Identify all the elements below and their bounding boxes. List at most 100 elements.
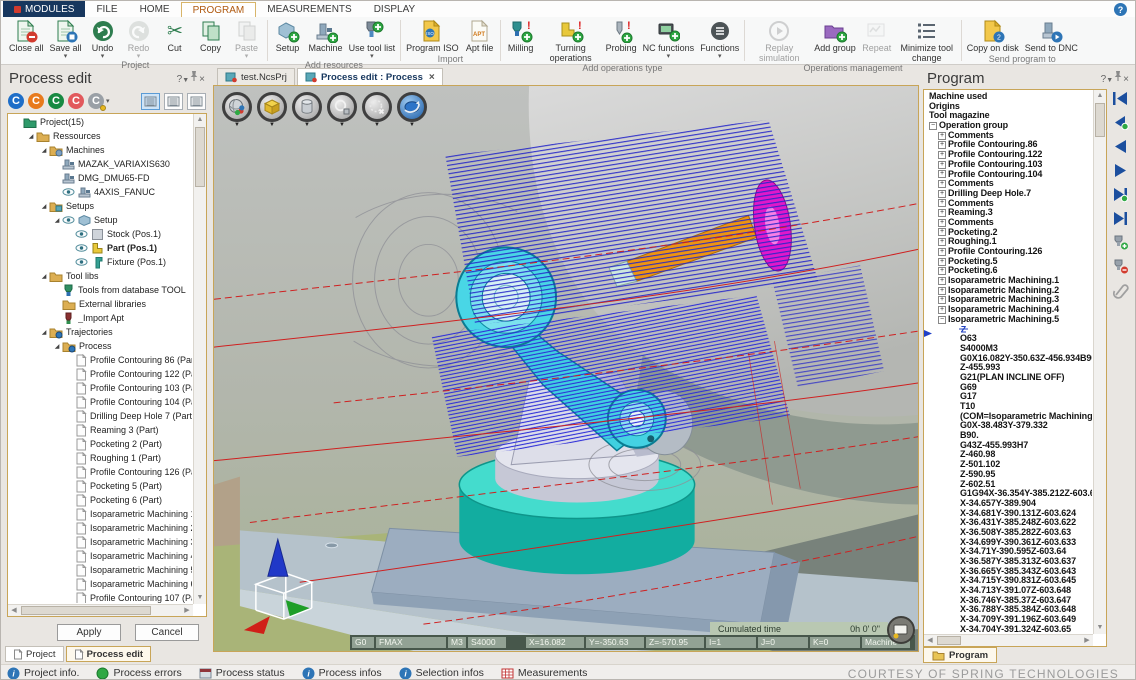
- tree-item-isoparametric-machining-3-part[interactable]: Isoparametric Machining 3 (Part): [9, 535, 192, 549]
- ribbon-tab-home[interactable]: HOME: [129, 2, 181, 17]
- tree-item-drilling-deep-hole-7-part[interactable]: Drilling Deep Hole 7 (Part): [9, 409, 192, 423]
- program-tab[interactable]: Program: [923, 647, 997, 663]
- status-item-measurements[interactable]: Measurements: [501, 667, 587, 680]
- expander-icon[interactable]: +: [938, 199, 946, 207]
- tree-item-import-apt[interactable]: _Import Apt: [9, 311, 192, 325]
- tree-item-process[interactable]: ◢Process: [9, 339, 192, 353]
- tree-item-profile-contouring-104-part[interactable]: Profile Contouring 104 (Part): [9, 395, 192, 409]
- vertical-scrollbar[interactable]: ▲ ▼: [193, 114, 206, 604]
- status-item-process-infos[interactable]: iProcess infos: [302, 667, 382, 680]
- help-icon[interactable]: ?: [1114, 3, 1127, 16]
- pin-button[interactable]: [189, 74, 199, 85]
- tree-item-isoparametric-machining-1-part[interactable]: Isoparametric Machining 1 (Part): [9, 507, 192, 521]
- horizontal-scrollbar[interactable]: ◀ ▶: [8, 604, 193, 616]
- scroll-right-icon[interactable]: ▶: [1081, 635, 1093, 647]
- tree-item-machines[interactable]: ◢Machines: [9, 143, 192, 157]
- tree-item-dmg-dmu65-fd[interactable]: DMG_DMU65-FD: [9, 171, 192, 185]
- gcode-line[interactable]: O63: [926, 334, 1092, 344]
- tree-item-4axis-fanuc[interactable]: 4AXIS_FANUC: [9, 185, 192, 199]
- ribbon-tab-display[interactable]: DISPLAY: [363, 2, 427, 17]
- scroll-thumb[interactable]: [1095, 103, 1105, 137]
- ribbon-button-functions[interactable]: Functions▾: [698, 18, 741, 60]
- ribbon-button-minimize-tool-change[interactable]: Minimize tool change: [896, 18, 958, 63]
- tree-item-pocketing-5-part[interactable]: Pocketing 5 (Part): [9, 479, 192, 493]
- compute-gray-button[interactable]: C: [88, 93, 104, 109]
- expander-icon[interactable]: +: [938, 141, 946, 149]
- vertical-scrollbar[interactable]: ▲ ▼: [1093, 90, 1106, 634]
- scroll-thumb[interactable]: [21, 606, 151, 615]
- gcode-line[interactable]: Z-460.98: [926, 450, 1092, 460]
- tree-item-profile-contouring-86-part[interactable]: Profile Contouring 86 (Part): [9, 353, 192, 367]
- rotate-sphere-button[interactable]: ▼: [397, 92, 427, 122]
- apply-button[interactable]: Apply: [57, 624, 121, 641]
- list-view-2-button[interactable]: [164, 93, 183, 110]
- tree-item-isoparametric-machining-4-part[interactable]: Isoparametric Machining 4 (Part): [9, 549, 192, 563]
- expander-icon[interactable]: +: [938, 151, 946, 159]
- ribbon-button-send-to-dnc[interactable]: Send to DNC: [1023, 18, 1080, 54]
- gcode-line[interactable]: G0X16.082Y-350.63Z-456.934B90.: [926, 354, 1092, 364]
- expander-icon[interactable]: +: [938, 209, 946, 217]
- zoom-magnifier-button[interactable]: ▼: [327, 92, 357, 122]
- expander-icon[interactable]: +: [938, 277, 946, 285]
- tree-item-isoparametric-machining-2-part[interactable]: Isoparametric Machining 2 (Part): [9, 521, 192, 535]
- gcode-line[interactable]: G17: [926, 392, 1092, 402]
- status-item-project-info[interactable]: iProject info.: [7, 667, 79, 680]
- ribbon-button-milling[interactable]: !Milling: [504, 18, 538, 54]
- tree-item-roughing-1-part[interactable]: Roughing 1 (Part): [9, 451, 192, 465]
- ribbon-button-use-tool-list[interactable]: Use tool list▾: [347, 18, 398, 60]
- horizontal-scrollbar[interactable]: ◀ ▶: [924, 634, 1093, 646]
- program-node-isoparametric-machining-5[interactable]: −Isoparametric Machining.5: [926, 315, 1092, 325]
- expander-icon[interactable]: −: [938, 316, 946, 324]
- ribbon-button-add-group[interactable]: Add group: [812, 18, 858, 54]
- compute-red-button[interactable]: C: [68, 93, 84, 109]
- ribbon-tab-measurements[interactable]: MEASUREMENTS: [256, 2, 362, 17]
- ribbon-button-save-all[interactable]: Save all▾: [48, 18, 84, 60]
- expander-icon[interactable]: ◢: [52, 343, 62, 350]
- gcode-line[interactable]: G69: [926, 383, 1092, 393]
- tree-item-profile-contouring-107-part[interactable]: Profile Contouring 107 (Part): [9, 591, 192, 603]
- close-icon[interactable]: ×: [429, 72, 435, 83]
- cylinder-view-button[interactable]: ▼: [292, 92, 322, 122]
- tree-item-setups[interactable]: ◢Setups: [9, 199, 192, 213]
- iso-cube-button[interactable]: ▼: [257, 92, 287, 122]
- expander-icon[interactable]: ◢: [39, 147, 49, 154]
- close-button[interactable]: ×: [199, 74, 205, 85]
- gcode-line[interactable]: G43Z-455.993H7: [926, 441, 1092, 451]
- ribbon-button-program-iso[interactable]: ISOProgram ISO: [404, 18, 461, 54]
- ribbon-button-probing[interactable]: !Probing: [604, 18, 639, 54]
- scroll-right-icon[interactable]: ▶: [181, 605, 193, 617]
- list-view-1-button[interactable]: [141, 93, 160, 110]
- gcode-line[interactable]: G21(PLAN INCLINE OFF): [926, 373, 1092, 383]
- viewport-3d[interactable]: ▼▼▼▼▼▼ Cumulated time 0h 0' 0" G0FMAXM3S…: [213, 85, 919, 652]
- gcode-line[interactable]: Z-501.102: [926, 460, 1092, 470]
- dropdown-caret-icon[interactable]: ▾: [106, 97, 110, 105]
- tree-item-pocketing-2-part[interactable]: Pocketing 2 (Part): [9, 437, 192, 451]
- expander-icon[interactable]: +: [938, 219, 946, 227]
- orient-sphere-button[interactable]: ▼: [222, 92, 252, 122]
- ribbon-button-setup[interactable]: Setup: [271, 18, 305, 54]
- gcode-line[interactable]: X-34.704Y-391.324Z-603.65: [926, 625, 1092, 633]
- pin-button[interactable]: [1113, 74, 1123, 85]
- expander-icon[interactable]: +: [938, 170, 946, 178]
- viewport-tab-test-ncsprj[interactable]: test.NcsPrj: [217, 68, 295, 85]
- status-item-process-errors[interactable]: Process errors: [96, 667, 181, 680]
- expander-icon[interactable]: +: [938, 161, 946, 169]
- scroll-thumb[interactable]: [937, 636, 961, 645]
- bottom-tab-process-edit[interactable]: Process edit: [66, 646, 152, 662]
- ribbon-button-cut[interactable]: ✂Cut: [158, 18, 192, 54]
- scroll-up-icon[interactable]: ▲: [1094, 90, 1106, 102]
- ribbon-button-turning-operations[interactable]: !Turning operations: [540, 18, 602, 63]
- ribbon-button-copy-on-disk[interactable]: 2Copy on disk: [965, 18, 1021, 54]
- status-item-process-status[interactable]: Process status: [199, 667, 285, 680]
- tree-item-profile-contouring-126-part[interactable]: Profile Contouring 126 (Part): [9, 465, 192, 479]
- tree-item-stock-pos-1[interactable]: Stock (Pos.1): [9, 227, 192, 241]
- expander-icon[interactable]: +: [938, 267, 946, 275]
- scroll-thumb[interactable]: [195, 127, 205, 187]
- expander-icon[interactable]: −: [929, 122, 937, 130]
- tree-item-pocketing-6-part[interactable]: Pocketing 6 (Part): [9, 493, 192, 507]
- expander-icon[interactable]: ◢: [26, 133, 36, 140]
- scroll-down-icon[interactable]: ▼: [194, 592, 206, 604]
- tree-item-project-15[interactable]: Project(15): [9, 115, 192, 129]
- expander-icon[interactable]: +: [938, 287, 946, 295]
- ribbon-button-close-all[interactable]: Close all: [7, 18, 46, 54]
